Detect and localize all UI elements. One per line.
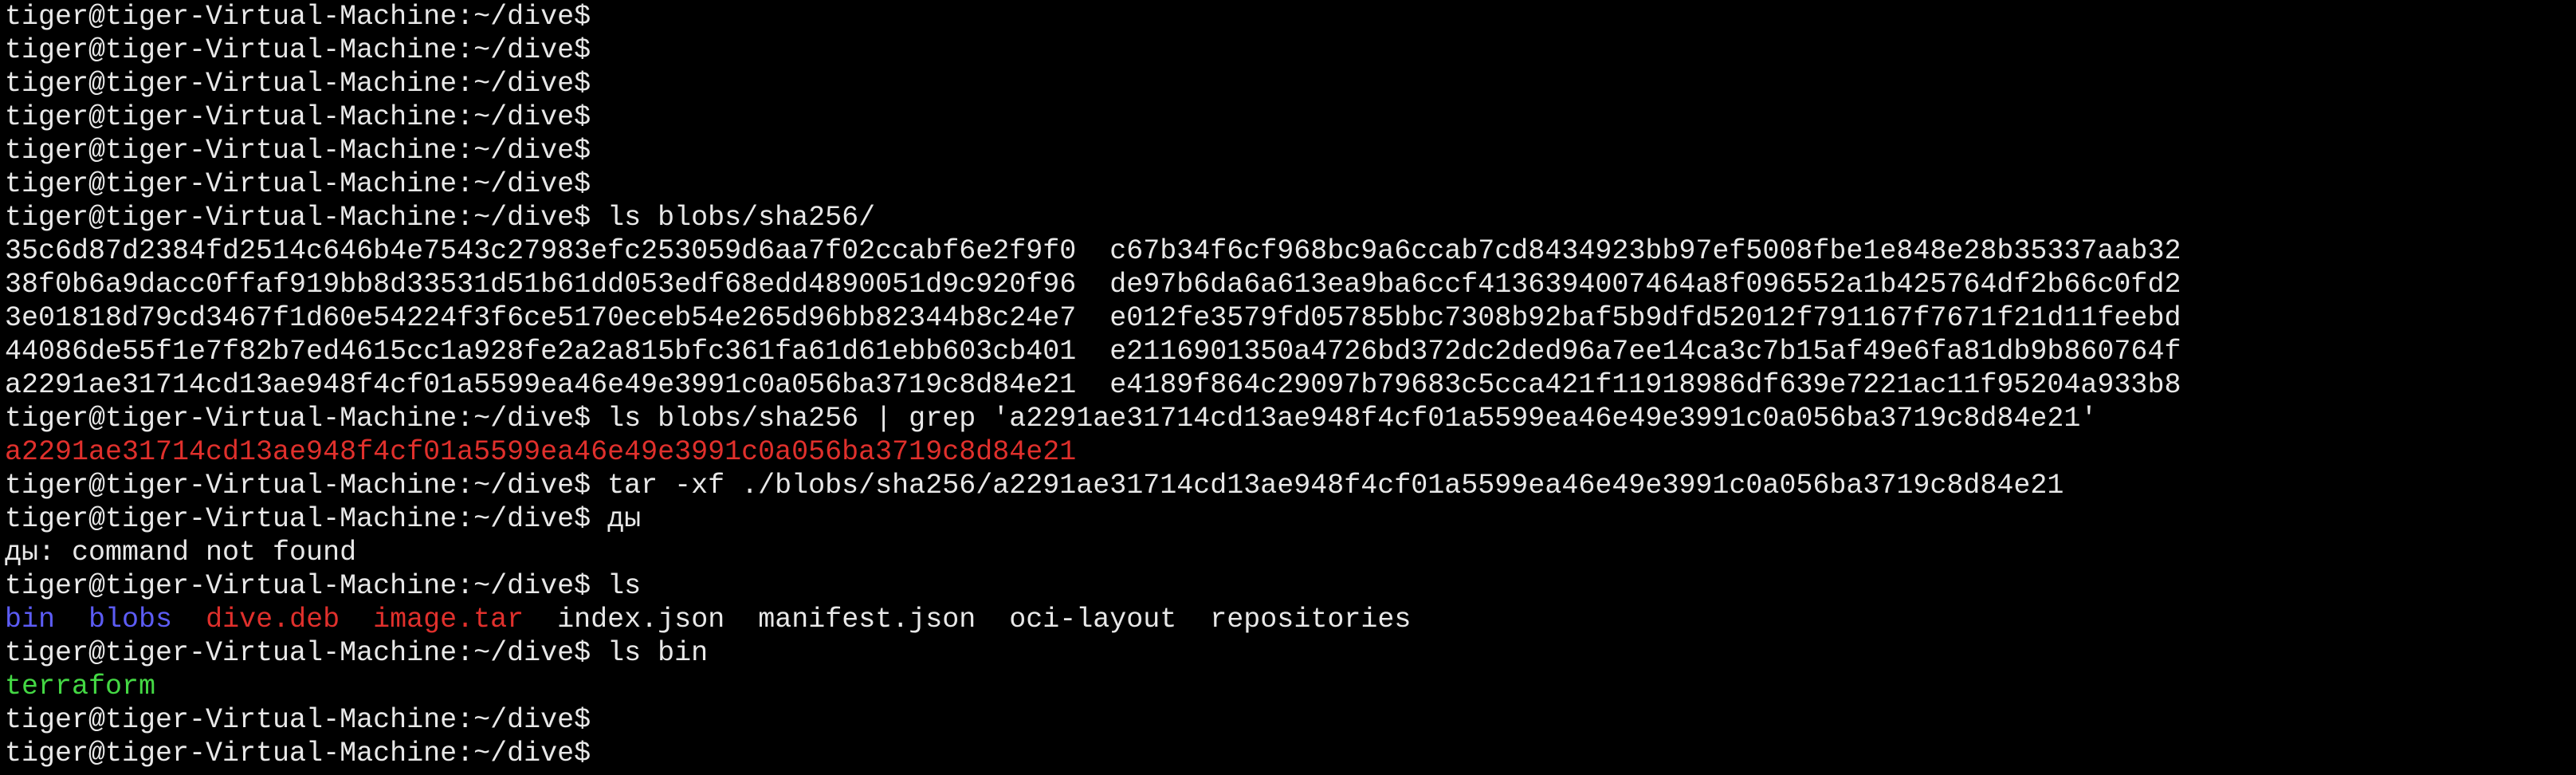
terminal-line: a2291ae31714cd13ae948f4cf01a5599ea46e49e… (5, 435, 2576, 469)
terminal-text-segment: tiger@tiger-Virtual-Machine:~/dive$ (5, 1, 591, 33)
terminal-line: bin blobs dive.deb image.tar index.json … (5, 603, 2576, 636)
terminal-line: tiger@tiger-Virtual-Machine:~/dive$ (5, 0, 2576, 33)
terminal-line: tiger@tiger-Virtual-Machine:~/dive$ ls b… (5, 402, 2576, 435)
terminal-line: a2291ae31714cd13ae948f4cf01a5599ea46e49e… (5, 368, 2576, 402)
terminal-text-segment: tiger@tiger-Virtual-Machine:~/dive$ (5, 704, 591, 736)
colored-output-segment: bin (5, 604, 56, 635)
terminal-text-segment: tiger@tiger-Virtual-Machine:~/dive$ ls b… (5, 637, 709, 669)
terminal-text-segment: tiger@tiger-Virtual-Machine:~/dive$ (5, 135, 591, 167)
terminal-text-segment: tiger@tiger-Virtual-Machine:~/dive$ ls (5, 570, 642, 602)
terminal-line: tiger@tiger-Virtual-Machine:~/dive$ ды (5, 502, 2576, 536)
terminal-line: 3e01818d79cd3467f1d60e54224f3f6ce5170ece… (5, 301, 2576, 335)
colored-output-segment: blobs (88, 604, 173, 635)
terminal-text-segment: tiger@tiger-Virtual-Machine:~/dive$ tar … (5, 470, 2064, 502)
terminal-text-segment: 44086de55f1e7f82b7ed4615cc1a928fe2a2a815… (5, 336, 2181, 368)
terminal-line: tiger@tiger-Virtual-Machine:~/dive$ (5, 67, 2576, 100)
terminal-text-segment: index.json manifest.json oci-layout repo… (524, 604, 1412, 635)
terminal-text-segment: 3e01818d79cd3467f1d60e54224f3f6ce5170ece… (5, 302, 2181, 334)
terminal-text-segment: ды: command not found (5, 537, 357, 568)
terminal-line: 44086de55f1e7f82b7ed4615cc1a928fe2a2a815… (5, 335, 2576, 368)
colored-output-segment: terraform (5, 671, 156, 702)
terminal-line: tiger@tiger-Virtual-Machine:~/dive$ (5, 737, 2576, 770)
terminal-text-segment: 35c6d87d2384fd2514c646b4e7543c27983efc25… (5, 235, 2181, 267)
terminal-line: terraform (5, 670, 2576, 703)
colored-output-segment: image.tar (373, 604, 524, 635)
terminal-line: tiger@tiger-Virtual-Machine:~/dive$ (5, 100, 2576, 134)
terminal-line: tiger@tiger-Virtual-Machine:~/dive$ (5, 33, 2576, 67)
colored-output-segment: dive.deb (206, 604, 340, 635)
terminal-line: tiger@tiger-Virtual-Machine:~/dive$ tar … (5, 469, 2576, 502)
terminal-text-segment: a2291ae31714cd13ae948f4cf01a5599ea46e49e… (5, 369, 2181, 401)
terminal-window[interactable]: tiger@tiger-Virtual-Machine:~/dive$ tiger… (0, 0, 2576, 775)
terminal-text-segment: 38f0b6a9dacc0ffaf919bb8d33531d51b61dd053… (5, 269, 2181, 301)
colored-output-segment: a2291ae31714cd13ae948f4cf01a5599ea46e49e… (5, 436, 1077, 468)
terminal-line: tiger@tiger-Virtual-Machine:~/dive$ (5, 703, 2576, 737)
terminal-line: 35c6d87d2384fd2514c646b4e7543c27983efc25… (5, 234, 2576, 268)
terminal-line: tiger@tiger-Virtual-Machine:~/dive$ ls (5, 569, 2576, 603)
terminal-line: tiger@tiger-Virtual-Machine:~/dive$ (5, 167, 2576, 201)
terminal-line: 38f0b6a9dacc0ffaf919bb8d33531d51b61dd053… (5, 268, 2576, 301)
terminal-text-segment: tiger@tiger-Virtual-Machine:~/dive$ ls b… (5, 403, 2098, 435)
terminal-text-segment: tiger@tiger-Virtual-Machine:~/dive$ (5, 68, 591, 100)
terminal-line: tiger@tiger-Virtual-Machine:~/dive$ ls b… (5, 636, 2576, 670)
terminal-line: tiger@tiger-Virtual-Machine:~/dive$ ls b… (5, 201, 2576, 234)
terminal-line: ды: command not found (5, 536, 2576, 569)
terminal-text-segment: tiger@tiger-Virtual-Machine:~/dive$ ды (5, 503, 642, 535)
terminal-text-segment: tiger@tiger-Virtual-Machine:~/dive$ ls b… (5, 202, 876, 234)
terminal-text-segment: tiger@tiger-Virtual-Machine:~/dive$ (5, 101, 591, 133)
terminal-text-segment: tiger@tiger-Virtual-Machine:~/dive$ (5, 34, 591, 66)
terminal-text-segment: tiger@tiger-Virtual-Machine:~/dive$ (5, 168, 591, 200)
terminal-text-segment: tiger@tiger-Virtual-Machine:~/dive$ (5, 738, 591, 769)
terminal-line: tiger@tiger-Virtual-Machine:~/dive$ (5, 134, 2576, 167)
